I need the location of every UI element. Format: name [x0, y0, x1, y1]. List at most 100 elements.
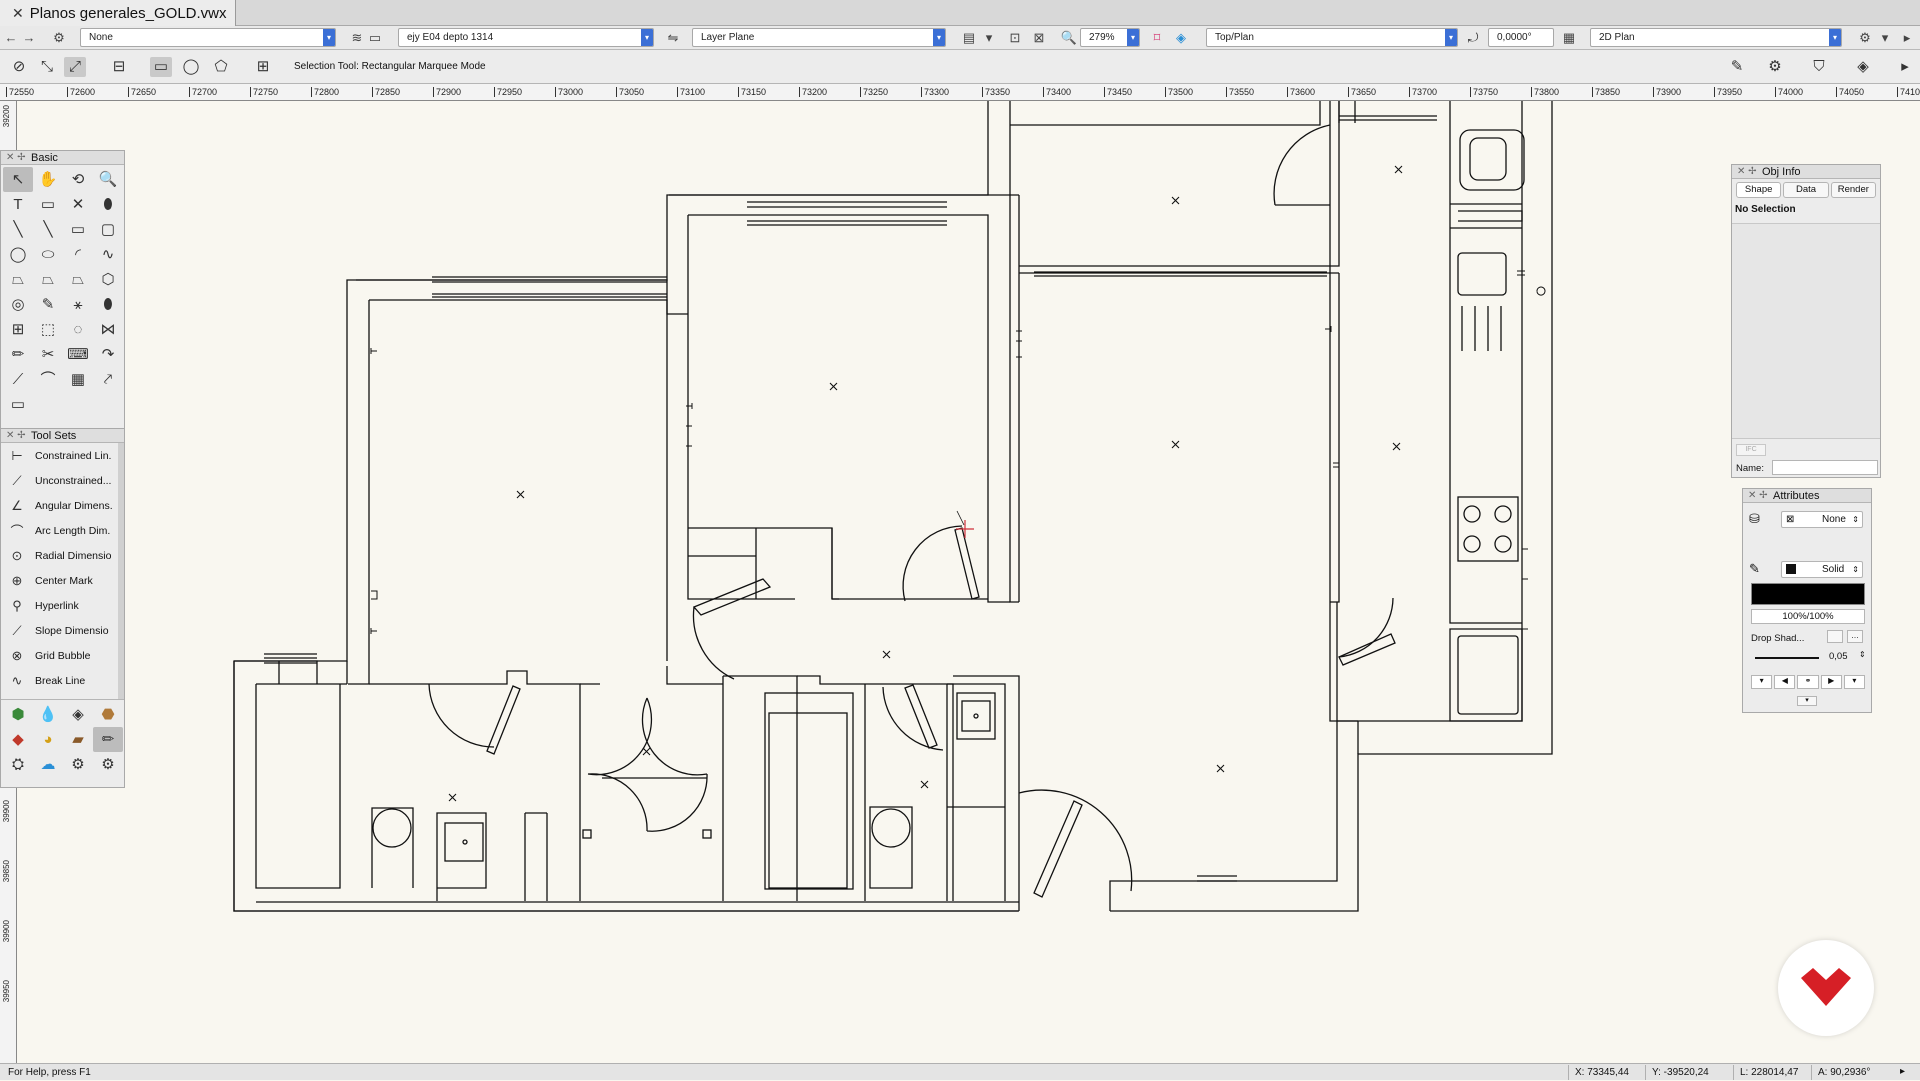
- basic-tool-29-icon[interactable]: ✏: [3, 342, 33, 367]
- basic-tool-35-icon[interactable]: ▦: [63, 367, 93, 392]
- plane-icon[interactable]: ⇋: [664, 29, 682, 47]
- basic-tool-37-icon[interactable]: ▭: [3, 392, 33, 417]
- basic-tool-31-icon[interactable]: ⌨: [63, 342, 93, 367]
- drop-shadow-options-button[interactable]: …: [1847, 630, 1863, 643]
- basic-tool-17-icon[interactable]: ⏢: [3, 267, 33, 292]
- polygon-marquee-icon[interactable]: ⬠: [210, 57, 232, 77]
- basic-tool-20-icon[interactable]: ⬡: [93, 267, 123, 292]
- page-dropdown-icon[interactable]: ▾: [980, 29, 998, 47]
- shield-icon[interactable]: ⛉: [1808, 57, 1830, 77]
- tab-shape[interactable]: Shape: [1736, 182, 1782, 198]
- layer-dropdown[interactable]: ejy E04 depto 1314 ▾: [398, 28, 654, 47]
- class-dropdown[interactable]: None ▾: [80, 28, 336, 47]
- ifc-button[interactable]: IFC: [1736, 444, 1766, 456]
- single-object-mode-icon[interactable]: ⤡: [36, 57, 58, 77]
- basic-tool-27-icon[interactable]: ◌: [63, 317, 93, 342]
- rectangular-marquee-icon[interactable]: ▭: [150, 57, 172, 77]
- expand-icon[interactable]: ▸: [1894, 57, 1916, 77]
- name-field[interactable]: [1772, 460, 1878, 475]
- expand-icon[interactable]: ▸: [1900, 1064, 1905, 1080]
- tool-set-item[interactable]: ∿ Break Line: [1, 668, 118, 693]
- end-arrow-icon[interactable]: ▶: [1820, 675, 1842, 689]
- basic-tool-11-icon[interactable]: ▭: [63, 217, 93, 242]
- disable-interactive-icon[interactable]: ⊘: [8, 57, 30, 77]
- layer-options-icon[interactable]: ≋: [348, 29, 366, 47]
- view-dropdown[interactable]: Top/Plan ▾: [1206, 28, 1458, 47]
- zoom-icon[interactable]: 🔍: [1060, 29, 1078, 47]
- tab-render[interactable]: Render: [1830, 182, 1876, 198]
- fit-to-page-icon[interactable]: ⊠: [1030, 29, 1048, 47]
- start-arrow-icon[interactable]: ◀: [1774, 675, 1796, 689]
- spotlight-tool-set-icon[interactable]: ☁: [33, 752, 63, 777]
- render-mode-icon[interactable]: ▦: [1560, 29, 1578, 47]
- landscape-tool-set-icon[interactable]: ◆: [3, 727, 33, 752]
- basic-tool-8-icon[interactable]: ⬮: [93, 192, 123, 217]
- multiple-reshape-icon[interactable]: ⤢: [64, 57, 86, 77]
- close-icon[interactable]: ✕ ✢: [6, 429, 26, 443]
- tool-set-item[interactable]: ∠ Angular Dimens.: [1, 493, 118, 518]
- line-weight-value[interactable]: 0,05: [1829, 651, 1848, 662]
- settings-icon[interactable]: ⚙: [1764, 57, 1786, 77]
- tool-set-item[interactable]: ⊗ Grid Bubble: [1, 643, 118, 668]
- drawing-canvas[interactable]: [17, 101, 1920, 1063]
- tool-set-item[interactable]: ⊕ Center Mark: [1, 568, 118, 593]
- rotation-field[interactable]: 0,0000°: [1488, 28, 1554, 47]
- rotate-plan-icon[interactable]: ⤾: [1464, 29, 1482, 47]
- projection-icon[interactable]: ⚙: [1856, 29, 1874, 47]
- basic-tool-4-icon[interactable]: 🔍: [93, 167, 123, 192]
- basic-tool-34-icon[interactable]: ⌒: [33, 367, 63, 392]
- tool-set-item[interactable]: ⌒ Arc Length Dim.: [1, 518, 118, 543]
- building-shell-icon[interactable]: ◈: [63, 702, 93, 727]
- layer-list-icon[interactable]: ▭: [366, 29, 384, 47]
- snap-icon[interactable]: ✎: [1726, 57, 1748, 77]
- expand-palette-button[interactable]: ▾: [1797, 696, 1817, 706]
- document-tab[interactable]: ✕ Planos generales_GOLD.vwx: [0, 0, 236, 26]
- expand-icon[interactable]: ▸: [1898, 29, 1916, 47]
- pencil-tool-set-icon[interactable]: ✏: [93, 727, 123, 752]
- basic-tool-18-icon[interactable]: ⏢: [33, 267, 63, 292]
- flip-icon[interactable]: ⌑: [1148, 29, 1166, 47]
- back-arrow-icon[interactable]: ←: [2, 29, 20, 47]
- settings-tool-set-icon[interactable]: ⚙: [93, 752, 123, 777]
- water-tool-set-icon[interactable]: 💧: [33, 702, 63, 727]
- basic-tool-22-icon[interactable]: ✎: [33, 292, 63, 317]
- furniture-tool-set-icon[interactable]: ⬣: [93, 702, 123, 727]
- fill-style-dropdown[interactable]: ⊠ None ⇕: [1781, 511, 1863, 528]
- drop-shadow-checkbox[interactable]: [1827, 630, 1843, 643]
- basic-tool-10-icon[interactable]: ╲: [33, 217, 63, 242]
- basic-tool-28-icon[interactable]: ⋈: [93, 317, 123, 342]
- projection-dropdown-icon[interactable]: ▾: [1876, 29, 1894, 47]
- basic-tool-14-icon[interactable]: ⬭: [33, 242, 63, 267]
- tool-set-item[interactable]: ⟋ Slope Dimensio: [1, 618, 118, 643]
- close-tab-icon[interactable]: ✕: [12, 5, 24, 22]
- close-icon[interactable]: ✕ ✢: [1748, 489, 1768, 503]
- basic-tool-3-icon[interactable]: ⟲: [63, 167, 93, 192]
- basic-tool-12-icon[interactable]: ▢: [93, 217, 123, 242]
- close-icon[interactable]: ✕ ✢: [1737, 165, 1757, 179]
- basic-tool-15-icon[interactable]: ◜: [63, 242, 93, 267]
- detailing-tool-set-icon[interactable]: ◕: [33, 727, 63, 752]
- basic-tool-19-icon[interactable]: ⏢: [63, 267, 93, 292]
- link-icon[interactable]: ⚭: [1797, 675, 1819, 689]
- page-icon[interactable]: ▤: [960, 29, 978, 47]
- end-marker-dropdown[interactable]: ▾: [1843, 675, 1866, 689]
- basic-tool-30-icon[interactable]: ✂: [33, 342, 63, 367]
- basic-tool-1-icon[interactable]: ↖: [3, 167, 33, 192]
- align-icon[interactable]: ⊟: [108, 57, 130, 77]
- tool-set-item[interactable]: ⊙ Radial Dimensio: [1, 543, 118, 568]
- tool-set-item[interactable]: ⟋ Unconstrained...: [1, 468, 118, 493]
- fit-to-objects-icon[interactable]: ⊡: [1006, 29, 1024, 47]
- forward-arrow-icon[interactable]: →: [20, 29, 38, 47]
- basic-tool-5-icon[interactable]: T: [3, 192, 33, 217]
- basic-tool-24-icon[interactable]: ⬮: [93, 292, 123, 317]
- basic-tool-9-icon[interactable]: ╲: [3, 217, 33, 242]
- basic-tool-23-icon[interactable]: ⚹: [63, 292, 93, 317]
- horizontal-ruler[interactable]: 72550 72600 72650 72700 72750 72800 72850 72900…: [0, 84, 1920, 101]
- basic-tool-16-icon[interactable]: ∿: [93, 242, 123, 267]
- plane-dropdown[interactable]: Layer Plane ▾: [692, 28, 946, 47]
- lasso-icon[interactable]: ◯: [180, 57, 202, 77]
- basic-tool-13-icon[interactable]: ◯: [3, 242, 33, 267]
- view-cube-icon[interactable]: ◈: [1172, 29, 1190, 47]
- basic-tool-2-icon[interactable]: ✋: [33, 167, 63, 192]
- basic-tool-33-icon[interactable]: ⟋: [3, 367, 33, 392]
